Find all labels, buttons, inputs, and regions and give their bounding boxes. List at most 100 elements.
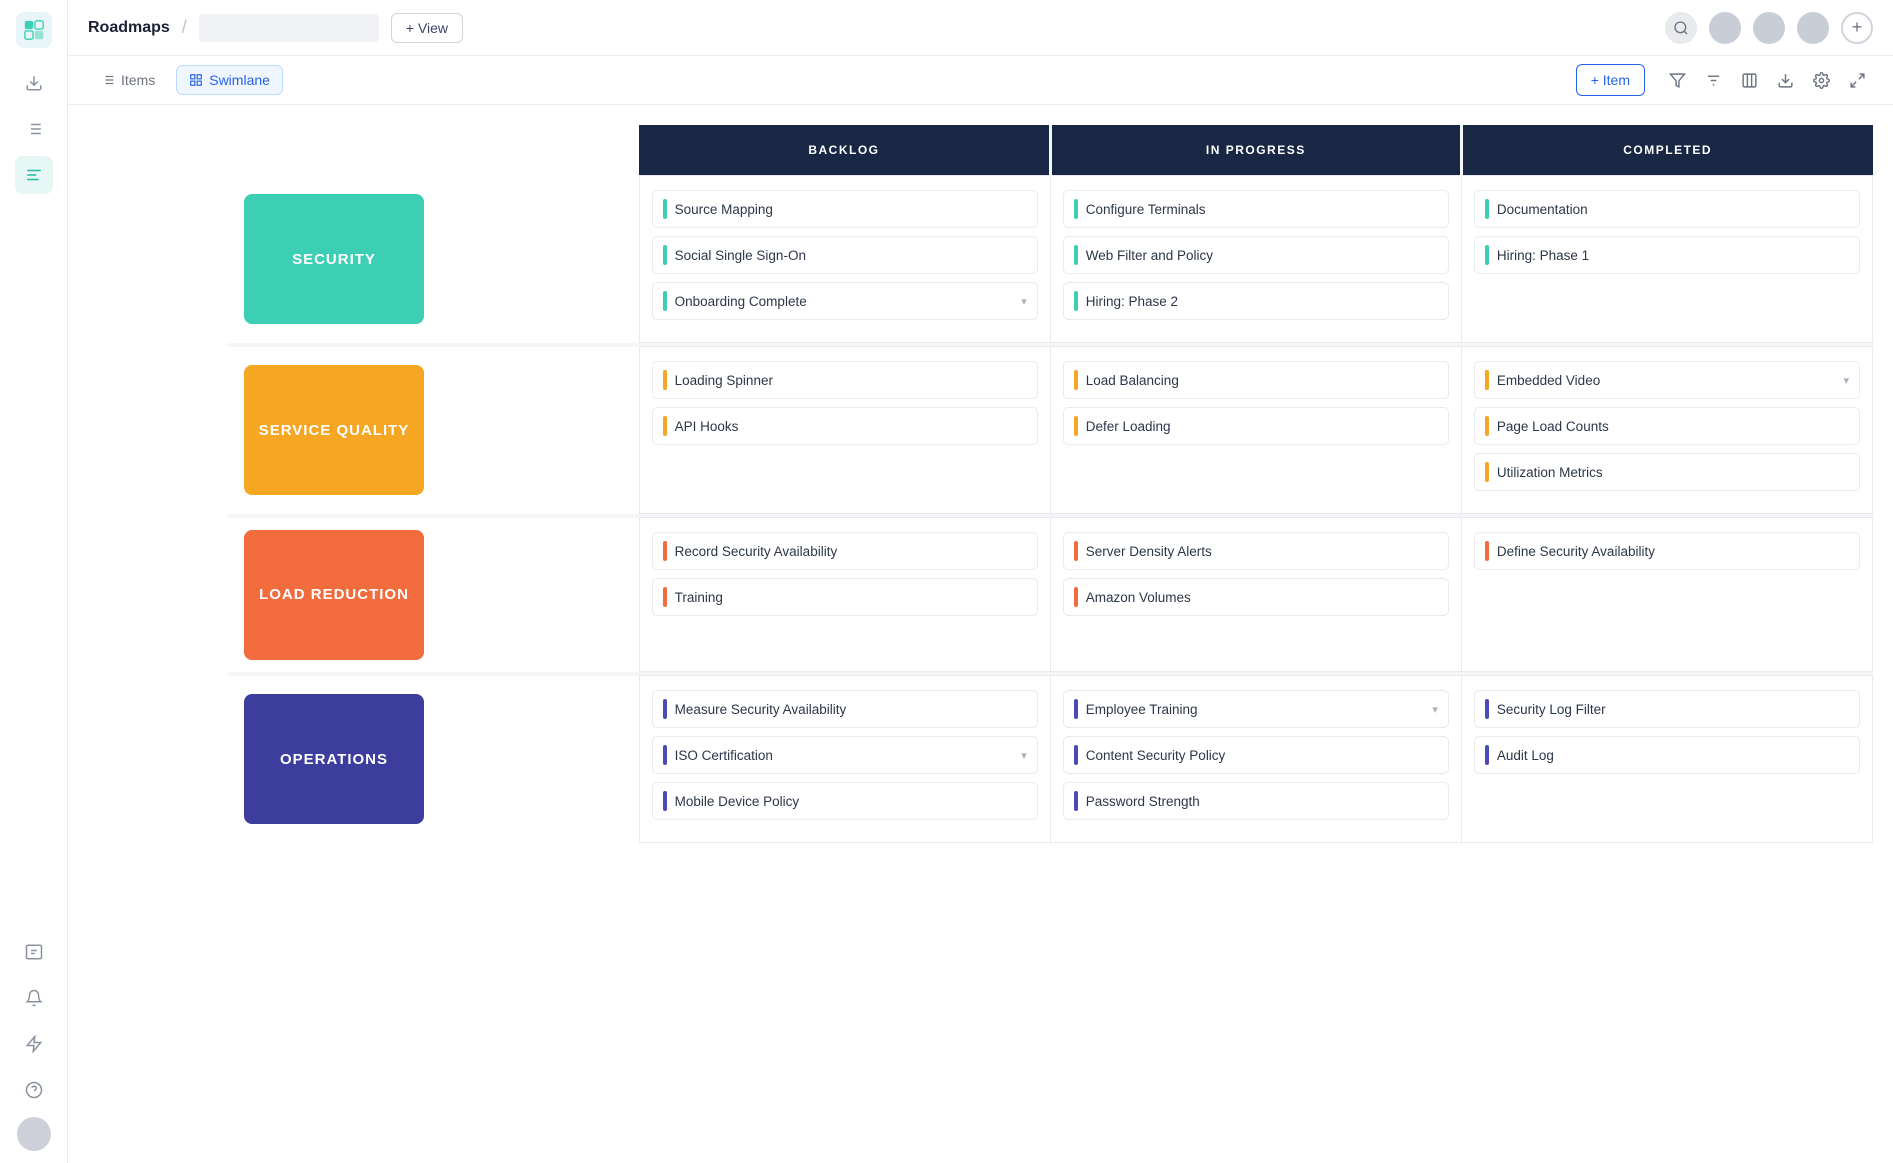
card[interactable]: Record Security Availability (652, 532, 1038, 570)
card[interactable]: Server Density Alerts (1063, 532, 1449, 570)
add-item-button[interactable]: + Item (1576, 64, 1645, 96)
col-header-backlog: BACKLOG (639, 125, 1050, 176)
download-icon[interactable] (1769, 64, 1801, 96)
card[interactable]: Password Strength (1063, 782, 1449, 820)
card[interactable]: Content Security Policy (1063, 736, 1449, 774)
card-bar (1074, 370, 1078, 390)
swim-cell-security-in_progress: Configure Terminals Web Filter and Policy… (1050, 176, 1461, 343)
avatar[interactable] (17, 1117, 51, 1151)
add-view-button[interactable]: + View (391, 13, 463, 43)
chevron-down-icon: ▾ (1021, 295, 1027, 308)
card[interactable]: Measure Security Availability (652, 690, 1038, 728)
card-text: Loading Spinner (675, 373, 1027, 388)
card[interactable]: Documentation (1474, 190, 1860, 228)
tab-items-label: Items (121, 72, 155, 88)
card[interactable]: Social Single Sign-On (652, 236, 1038, 274)
card-bar (1074, 199, 1078, 219)
user-avatar-1[interactable] (1709, 12, 1741, 44)
toolbar: Items Swimlane + Item (68, 56, 1893, 105)
card[interactable]: Hiring: Phase 2 (1063, 282, 1449, 320)
card[interactable]: Loading Spinner (652, 361, 1038, 399)
card-bar (1074, 291, 1078, 311)
card[interactable]: Audit Log (1474, 736, 1860, 774)
chevron-down-icon: ▾ (1432, 703, 1438, 716)
sidebar-item-list[interactable] (15, 110, 53, 148)
swim-cell-service-quality-completed: Embedded Video▾ Page Load Counts Utilizati… (1461, 347, 1872, 514)
sidebar-item-download[interactable] (15, 64, 53, 102)
card[interactable]: Employee Training▾ (1063, 690, 1449, 728)
breadcrumb[interactable] (199, 14, 379, 42)
card[interactable]: Training (652, 578, 1038, 616)
sidebar-item-bolt[interactable] (15, 1025, 53, 1063)
card-text: Social Single Sign-On (675, 248, 1027, 263)
card[interactable]: Security Log Filter (1474, 690, 1860, 728)
user-avatar-2[interactable] (1753, 12, 1785, 44)
sidebar-item-help[interactable] (15, 1071, 53, 1109)
card-text: Amazon Volumes (1086, 590, 1438, 605)
card[interactable]: Mobile Device Policy (652, 782, 1038, 820)
sidebar-item-roadmap[interactable] (15, 156, 53, 194)
breadcrumb-sep: / (182, 17, 187, 38)
swim-cell-service-quality-in_progress: Load Balancing Defer Loading (1050, 347, 1461, 514)
swim-cell-security-completed: Documentation Hiring: Phase 1 (1461, 176, 1872, 343)
card-bar (663, 541, 667, 561)
filter-icon[interactable] (1661, 64, 1693, 96)
swim-label-text-operations: OPERATIONS (244, 694, 424, 824)
swim-label-load-reduction: LOAD REDUCTION (228, 518, 639, 672)
card[interactable]: Embedded Video▾ (1474, 361, 1860, 399)
card-bar (1074, 416, 1078, 436)
card[interactable]: Utilization Metrics (1474, 453, 1860, 491)
card-text: Documentation (1497, 202, 1849, 217)
tab-items[interactable]: Items (88, 65, 168, 95)
swimlane-row-load-reduction: LOAD REDUCTION Record Security Availabili… (228, 518, 1873, 672)
settings-icon[interactable] (1805, 64, 1837, 96)
card-text: Defer Loading (1086, 419, 1438, 434)
card[interactable]: Page Load Counts (1474, 407, 1860, 445)
card-bar (663, 291, 667, 311)
card[interactable]: Hiring: Phase 1 (1474, 236, 1860, 274)
columns-icon[interactable] (1733, 64, 1765, 96)
card-bar (1485, 416, 1489, 436)
filter-alt-icon[interactable] (1697, 64, 1729, 96)
swim-label-text-load-reduction: LOAD REDUCTION (244, 530, 424, 660)
card[interactable]: Onboarding Complete▾ (652, 282, 1038, 320)
board-container: BACKLOG IN PROGRESS COMPLETED SECURITYSo… (68, 105, 1893, 1163)
tab-swimlane[interactable]: Swimlane (176, 65, 283, 95)
card-text: Web Filter and Policy (1086, 248, 1438, 263)
main-content: Roadmaps / + View + Items Swimlane + Ite… (68, 0, 1893, 1163)
card[interactable]: Source Mapping (652, 190, 1038, 228)
card-bar (663, 370, 667, 390)
swim-label-text-service-quality: SERVICE QUALITY (244, 365, 424, 495)
card-text: Define Security Availability (1497, 544, 1849, 559)
fullscreen-icon[interactable] (1841, 64, 1873, 96)
card[interactable]: Define Security Availability (1474, 532, 1860, 570)
card[interactable]: Web Filter and Policy (1063, 236, 1449, 274)
card[interactable]: ISO Certification▾ (652, 736, 1038, 774)
card-bar (1485, 462, 1489, 482)
user-avatar-3[interactable] (1797, 12, 1829, 44)
app-logo[interactable] (16, 12, 52, 48)
card[interactable]: Configure Terminals (1063, 190, 1449, 228)
card-bar (663, 199, 667, 219)
card-text: Hiring: Phase 2 (1086, 294, 1438, 309)
toolbar-actions (1661, 64, 1873, 96)
card[interactable]: Amazon Volumes (1063, 578, 1449, 616)
card[interactable]: Defer Loading (1063, 407, 1449, 445)
add-member-button[interactable]: + (1841, 12, 1873, 44)
swim-cell-service-quality-backlog: Loading Spinner API Hooks (639, 347, 1050, 514)
card-text: Content Security Policy (1086, 748, 1438, 763)
card-bar (663, 416, 667, 436)
card-text: Configure Terminals (1086, 202, 1438, 217)
search-icon[interactable] (1665, 12, 1697, 44)
card-text: Load Balancing (1086, 373, 1438, 388)
card-bar (1485, 199, 1489, 219)
sidebar-item-contacts[interactable] (15, 933, 53, 971)
col-header-inprogress: IN PROGRESS (1050, 125, 1461, 176)
card-text: Utilization Metrics (1497, 465, 1849, 480)
card-text: Server Density Alerts (1086, 544, 1438, 559)
sidebar-item-bell[interactable] (15, 979, 53, 1017)
card[interactable]: API Hooks (652, 407, 1038, 445)
card[interactable]: Load Balancing (1063, 361, 1449, 399)
header-empty (228, 125, 639, 176)
card-bar (663, 745, 667, 765)
